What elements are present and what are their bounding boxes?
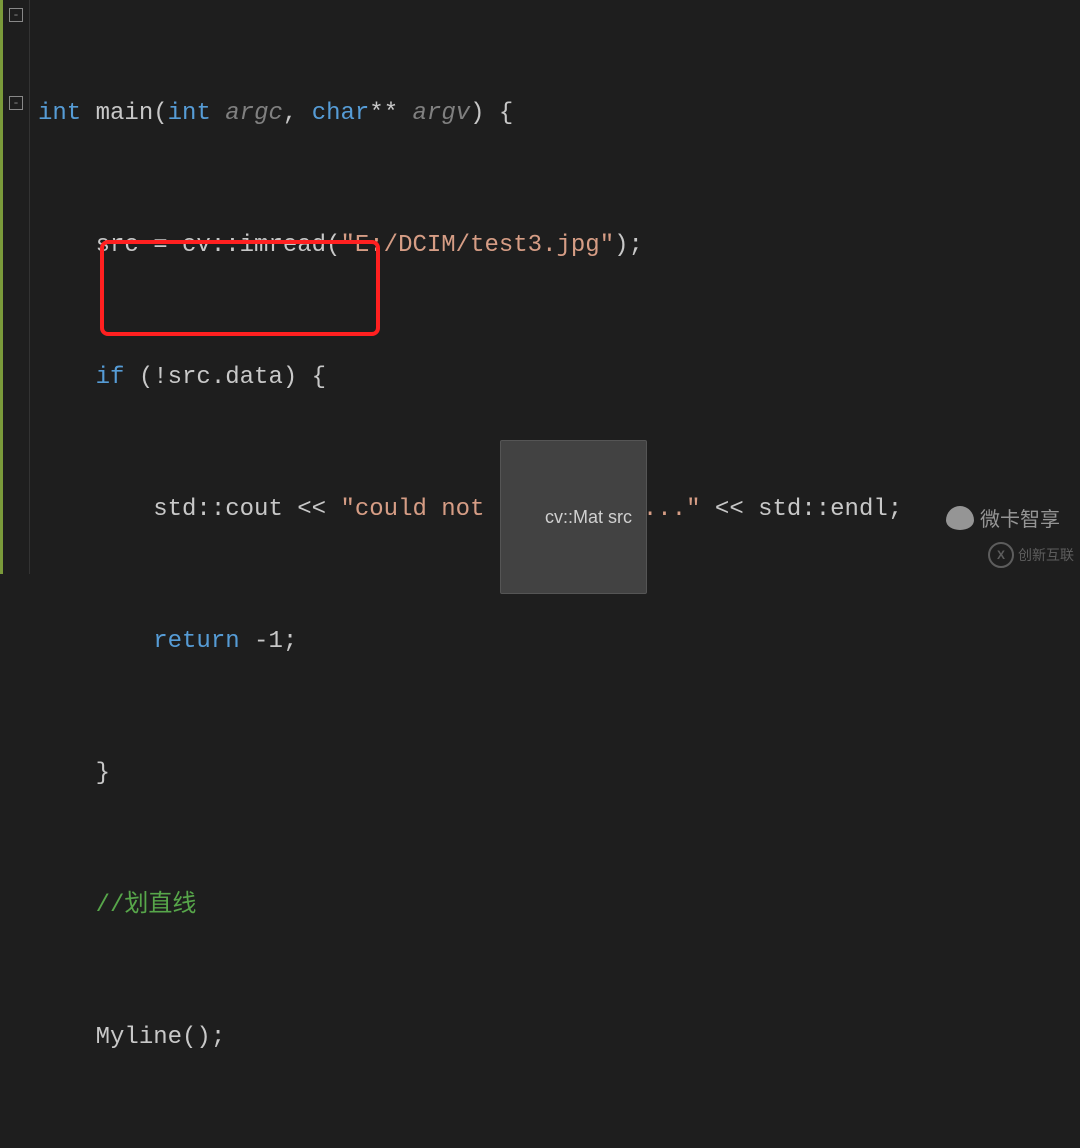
cx-logo-icon: X bbox=[988, 542, 1014, 568]
code-area[interactable]: int main(int argc, char** argv) { src = … bbox=[30, 0, 1080, 574]
wechat-icon bbox=[946, 506, 974, 530]
fold-toggle-icon[interactable]: - bbox=[9, 96, 23, 110]
code-editor: - - int main(int argc, char** argv) { sr… bbox=[0, 0, 1080, 574]
code-line: } bbox=[38, 752, 1072, 796]
watermark-cx-text: 创新互联 bbox=[1018, 545, 1074, 565]
fold-toggle-icon[interactable]: - bbox=[9, 8, 23, 22]
tooltip-text: cv::Mat src bbox=[545, 507, 632, 527]
code-line: src = cv::imread("E:/DCIM/test3.jpg"); bbox=[38, 224, 1072, 268]
code-line: //划直线 bbox=[38, 884, 1072, 928]
watermark-wechat: 微卡智享 bbox=[946, 503, 1060, 532]
code-line: int main(int argc, char** argv) { bbox=[38, 92, 1072, 136]
code-line: Myline(); bbox=[38, 1016, 1072, 1060]
hover-tooltip: cv::Mat src bbox=[500, 440, 647, 594]
code-line: if (!src.data) { bbox=[38, 356, 1072, 400]
gutter: - - bbox=[0, 0, 30, 574]
watermark-cx: X 创新互联 bbox=[988, 542, 1074, 568]
code-line: return -1; bbox=[38, 620, 1072, 664]
watermark-wechat-text: 微卡智享 bbox=[980, 503, 1060, 532]
